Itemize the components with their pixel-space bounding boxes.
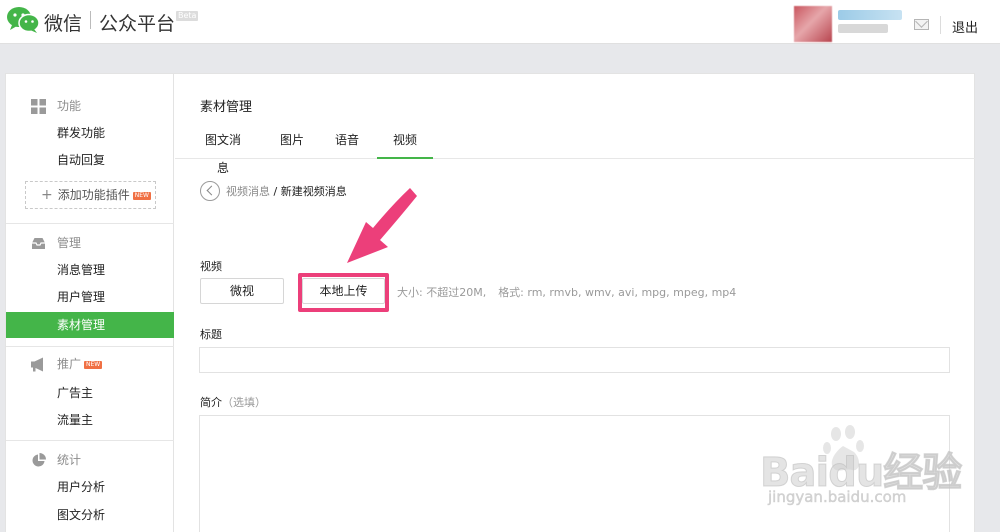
megaphone-icon (31, 357, 43, 372)
brand-divider (90, 11, 91, 29)
sidebar-section-label: 统计 (57, 453, 82, 467)
sidebar-item-auto-reply[interactable]: 自动回复 (6, 147, 174, 173)
breadcrumb: 视频消息 / 新建视频消息 (226, 183, 347, 199)
tab-voice[interactable]: 语音 (335, 126, 359, 159)
sidebar-section-features: 功能 (6, 96, 174, 116)
page-title: 素材管理 (200, 100, 253, 115)
sidebar-item-publisher[interactable]: 流量主 (6, 407, 174, 433)
sidebar-section-label: 推广 NEW (57, 357, 103, 371)
sidebar-item-user-analytics[interactable]: 用户分析 (6, 474, 174, 500)
pie-chart-icon (32, 453, 46, 467)
upload-hint: 大小: 不超过20M, 格式: rm, rmvb, wmv, avi, mpg, … (397, 284, 736, 300)
sidebar-item-article-analytics[interactable]: 图文分析 (6, 502, 174, 528)
optional-hint: （选填） (222, 396, 266, 409)
tab-articles[interactable]: 图文消息 (200, 126, 246, 175)
wechat-logo-icon[interactable] (6, 6, 40, 34)
breadcrumb-current: 新建视频消息 (280, 185, 347, 198)
header-divider (940, 16, 941, 34)
sidebar-section-label: 功能 (57, 99, 82, 113)
sidebar-divider (6, 346, 174, 347)
sidebar: 功能 群发功能 自动回复 + 添加功能插件 NEW 管理 消息管理 用户管理 素材管… (6, 74, 174, 532)
beta-badge: Beta (176, 11, 199, 21)
annotation-highlight-box (298, 273, 389, 312)
sidebar-divider (6, 223, 174, 224)
add-plugin-button[interactable]: + 添加功能插件 NEW (25, 181, 156, 209)
sidebar-section-manage: 管理 (6, 233, 174, 253)
grid-icon (31, 99, 46, 114)
sidebar-section-label: 管理 (57, 236, 82, 250)
sidebar-item-users[interactable]: 用户管理 (6, 284, 174, 310)
sidebar-item-materials[interactable]: 素材管理 (6, 312, 174, 338)
title-label: 标题 (200, 328, 222, 341)
inbox-icon (32, 238, 45, 249)
sidebar-divider (6, 440, 174, 441)
video-label: 视频 (200, 260, 222, 273)
plus-icon: + (41, 187, 53, 203)
new-badge: NEW (132, 192, 151, 200)
breadcrumb-parent-link[interactable]: 视频消息 (226, 185, 270, 198)
intro-label: 简介（选填） (200, 396, 266, 409)
upload-size-hint: 大小: 不超过20M, (397, 286, 487, 299)
title-input[interactable] (199, 347, 950, 373)
sidebar-section-promotion: 推广 NEW (6, 354, 174, 374)
tab-video[interactable]: 视频 (377, 126, 433, 159)
back-arrow-icon[interactable] (200, 181, 220, 201)
tab-images[interactable]: 图片 (280, 126, 304, 159)
watermark-url: jingyan.baidu.com (768, 488, 907, 507)
sidebar-item-advertiser[interactable]: 广告主 (6, 380, 174, 406)
account-id-blurred (838, 24, 888, 33)
sidebar-item-mass-send[interactable]: 群发功能 (6, 120, 174, 146)
avatar[interactable] (794, 6, 832, 42)
sidebar-item-messages[interactable]: 消息管理 (6, 257, 174, 283)
add-plugin-label: 添加功能插件 (57, 188, 130, 202)
upload-format-hint: 格式: rm, rmvb, wmv, avi, mpg, mpeg, mp4 (498, 286, 737, 299)
product-name[interactable]: 公众平台 (99, 9, 175, 36)
top-header: 微信 公众平台 Beta 退出 (0, 0, 1000, 44)
breadcrumb-separator: / (270, 185, 281, 198)
sidebar-section-stats: 统计 (6, 450, 174, 470)
brand-name[interactable]: 微信 (44, 9, 82, 36)
account-name-blurred[interactable] (838, 10, 902, 20)
new-badge: NEW (84, 361, 103, 369)
weishi-button[interactable]: 微视 (200, 278, 284, 304)
logout-link[interactable]: 退出 (952, 17, 978, 36)
mail-icon[interactable] (914, 19, 929, 30)
material-tabs: 图文消息 图片 语音 视频 (175, 126, 975, 175)
